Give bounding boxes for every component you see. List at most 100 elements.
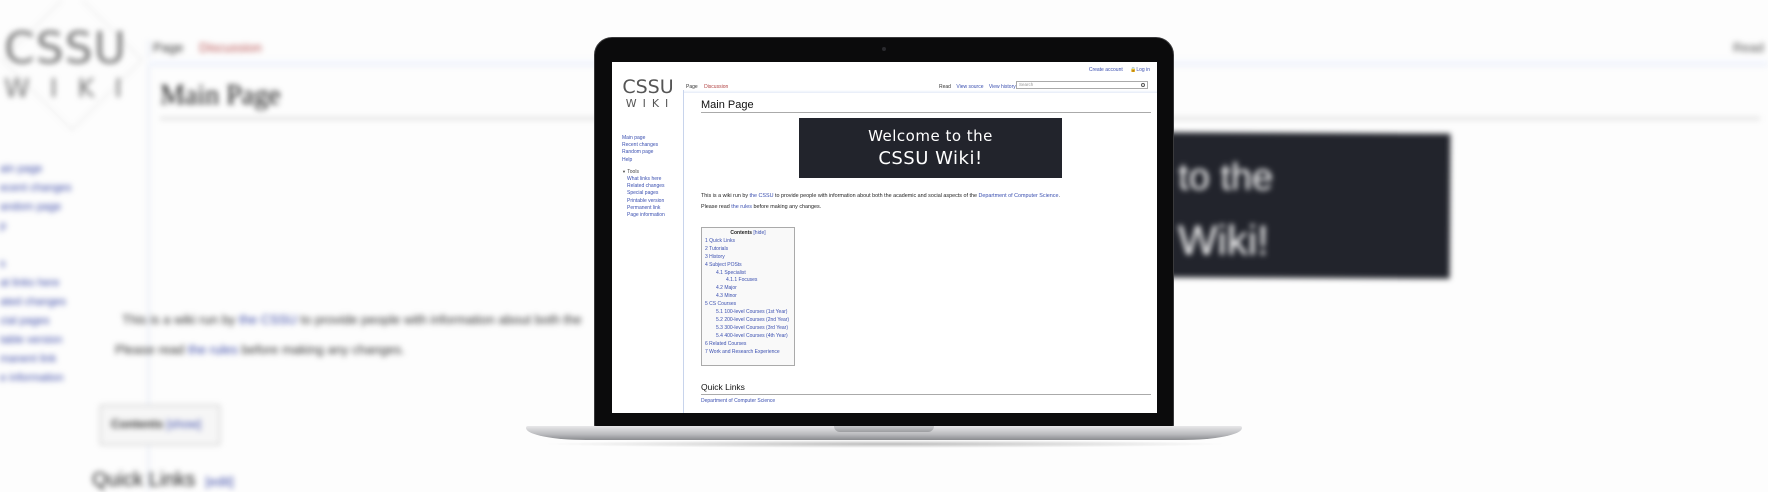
background-sidebar-item: e information: [0, 372, 64, 384]
laptop-notch: [834, 426, 934, 432]
background-rules-link: the rules: [188, 342, 238, 357]
login-label: Log in: [1136, 67, 1150, 73]
sidebar-divider: [683, 90, 684, 413]
intro-text1: This is a wiki run by: [701, 193, 750, 199]
background-rules: Please read the rules before making any …: [115, 342, 405, 357]
toc-item[interactable]: 5 CS Courses: [705, 301, 791, 309]
cssu-link[interactable]: the CSSU: [750, 193, 774, 199]
toc-list: 1 Quick Links 2 Tutorials 3 History 4 Subje…: [705, 238, 791, 357]
background-sidebar-item: [0, 236, 160, 255]
sidebar-item[interactable]: Main page: [622, 135, 682, 142]
toc-item[interactable]: 5.3 300-level Courses (3rd Year): [705, 325, 791, 333]
triangle-down-icon: ▼: [622, 168, 626, 174]
search-icon[interactable]: [1141, 82, 1145, 87]
wiki-page: CSSU WIKI Create account 🔒Log in Page Di…: [612, 62, 1157, 413]
toc-item[interactable]: 4.3 Minor: [705, 293, 791, 301]
page-title: Main Page: [701, 99, 754, 111]
sidebar-tool-item[interactable]: Special pages: [627, 190, 682, 197]
toc-item[interactable]: 4.1 Specialist: [705, 270, 791, 278]
sidebar-item[interactable]: Help: [622, 157, 682, 164]
background-banner-line2: Wiki!: [1177, 216, 1269, 264]
welcome-banner: Welcome to the CSSU Wiki!: [799, 118, 1062, 178]
background-sidebar-item: ated changes: [0, 296, 67, 308]
laptop-screen: CSSU WIKI Create account 🔒Log in Page Di…: [612, 62, 1157, 413]
background-tabs: Page Discussion: [153, 40, 262, 55]
laptop-lid: CSSU WIKI Create account 🔒Log in Page Di…: [594, 37, 1174, 427]
background-logo: CSSU WIKI: [4, 23, 143, 105]
title-divider: [701, 112, 1151, 113]
rules-text1: Please read: [701, 204, 732, 210]
wiki-logo[interactable]: CSSU WIKI: [620, 77, 676, 110]
background-intro-link: the CSSU: [239, 312, 297, 327]
background-contents-box: Contents [show]: [100, 405, 220, 445]
banner-line1: Welcome to the: [868, 127, 993, 145]
sidebar-item[interactable]: Random page: [622, 149, 682, 156]
sidebar-tool-item[interactable]: What links here: [627, 176, 682, 183]
wiki-logo-line2: WIKI: [625, 97, 675, 110]
toc-item[interactable]: 4.1.1 Focuses: [705, 277, 791, 285]
wiki-logo-line1: CSSU: [622, 76, 674, 98]
background-page-title: Main Page: [160, 80, 281, 111]
toc-item[interactable]: 6 Related Courses: [705, 341, 791, 349]
intro-text3: .: [1058, 193, 1060, 199]
quick-links-heading: Quick Links: [701, 382, 745, 392]
background-contents-toggle: [show]: [166, 417, 202, 431]
sidebar-tool-item[interactable]: Page information: [627, 212, 682, 219]
rules-text2: before making any changes.: [751, 204, 822, 210]
table-of-contents: Contents [hide] 1 Quick Links 2 Tutorials…: [701, 227, 795, 366]
background-sidebar-item: s: [0, 258, 6, 270]
department-link[interactable]: Department of Computer Science: [978, 193, 1058, 199]
background-contents-title: Contents: [111, 417, 163, 431]
intro-paragraph: This is a wiki run by the CSSU to provid…: [701, 193, 1060, 199]
background-quick-edit: [edit]: [205, 474, 234, 489]
toc-item[interactable]: 2 Tutorials: [705, 246, 791, 254]
background-rules-text2: before making any changes.: [237, 342, 405, 357]
background-tab-discussion: Discussion: [199, 40, 262, 55]
toc-item[interactable]: 1 Quick Links: [705, 238, 791, 246]
sidebar: Main page Recent changes Random page Help ▼…: [622, 135, 682, 219]
background-intro-text1: This is a wiki run by: [122, 312, 240, 327]
search-placeholder: Search: [1019, 82, 1034, 87]
background-logo-line2: WIKI: [4, 74, 143, 104]
toc-item[interactable]: 5.2 200-level Courses (2nd Year): [705, 317, 791, 325]
login-link[interactable]: 🔒Log in: [1130, 67, 1150, 73]
camera-icon: [882, 47, 886, 51]
create-account-link[interactable]: Create account: [1089, 67, 1123, 73]
sidebar-item[interactable]: Recent changes: [622, 142, 682, 149]
toc-item[interactable]: 5.1 100-level Courses (1st Year): [705, 309, 791, 317]
background-intro-text2: to provide people with information about…: [296, 312, 582, 327]
sidebar-tool-item[interactable]: Related changes: [627, 183, 682, 190]
rules-link[interactable]: the rules: [731, 204, 752, 210]
background-banner-line1: to the: [1178, 156, 1274, 199]
intro-text2: to provide people with information about…: [773, 193, 979, 199]
sidebar-tool-item[interactable]: Permanent link: [627, 205, 682, 212]
sidebar-tools-list: What links here Related changes Special pa…: [622, 176, 682, 219]
sidebar-tools-heading[interactable]: ▼ Tools: [622, 168, 682, 176]
toc-hide-toggle[interactable]: [hide]: [753, 230, 765, 236]
toc-item[interactable]: 4 Subject POSts: [705, 262, 791, 270]
department-quick-link[interactable]: Department of Computer Science: [701, 398, 775, 404]
background-logo-line1: CSSU: [4, 23, 127, 74]
background-quick-title: Quick Links: [92, 469, 196, 491]
rules-paragraph: Please read the rules before making any …: [701, 204, 821, 210]
quick-links-divider: [701, 394, 1151, 395]
background-intro: This is a wiki run by the CSSU to provid…: [122, 312, 582, 327]
background-quick-links-heading: Quick Links [edit]: [92, 469, 234, 492]
sidebar-navigation: Main page Recent changes Random page Help: [622, 135, 682, 164]
background-tab-page: Page: [153, 40, 184, 55]
sidebar-tool-item[interactable]: Printable version: [627, 198, 682, 205]
background-sidebar-item: ecent changes: [0, 182, 72, 194]
tab-bar-gradient: [683, 90, 1157, 93]
toc-header: Contents [hide]: [705, 230, 791, 238]
toc-item[interactable]: 7 Work and Research Experience: [705, 349, 791, 357]
laptop-shadow: [540, 440, 1230, 448]
search-input[interactable]: Search: [1016, 81, 1148, 89]
sidebar-tools-label: Tools: [627, 168, 639, 175]
banner-line2: CSSU Wiki!: [878, 148, 983, 169]
background-sidebar-item: p: [0, 220, 7, 232]
toc-item[interactable]: 4.2 Major: [705, 285, 791, 293]
toc-item[interactable]: 5.4 400-level Courses (4th Year): [705, 333, 791, 341]
toc-item[interactable]: 3 History: [705, 254, 791, 262]
background-sidebar-item: ain page: [0, 163, 43, 175]
background-sidebar-item: at links here: [0, 277, 60, 289]
